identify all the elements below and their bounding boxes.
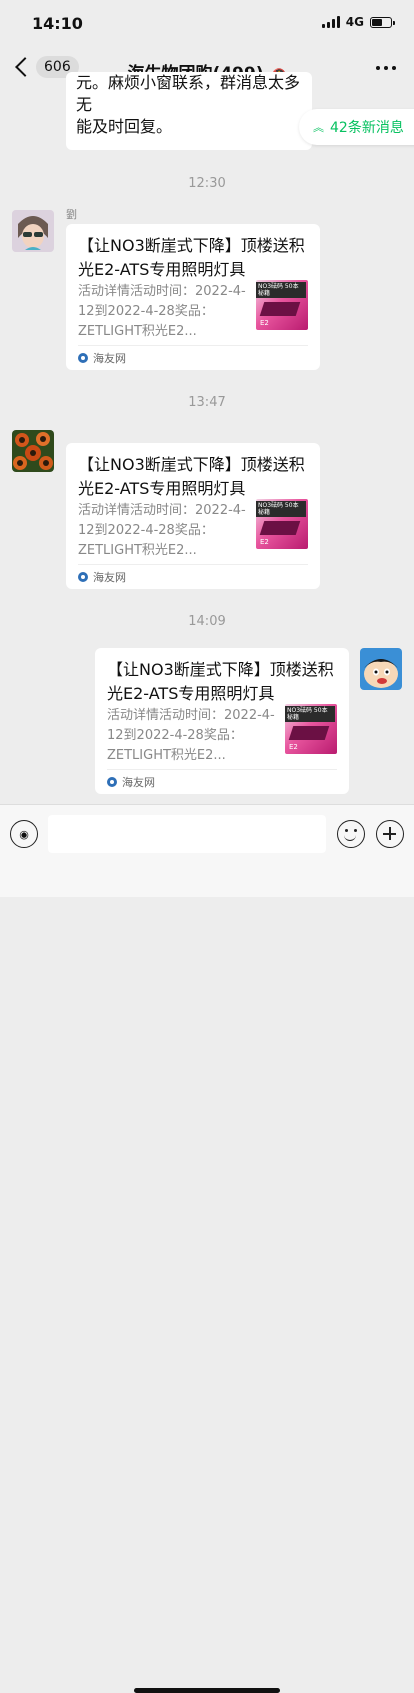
- card-source: 海友网: [78, 345, 308, 370]
- card-description: 活动详情活动时间：2022-4-12到2022-4-28奖品：ZETLIGHT积…: [78, 503, 246, 558]
- card-source: 海友网: [107, 769, 337, 794]
- input-bar: ◉: [0, 804, 414, 1693]
- message-input[interactable]: [48, 815, 326, 853]
- message-bubble[interactable]: 元。麻烦小窗联系，群消息太多无 能及时回复。: [66, 72, 312, 150]
- double-chevron-up-icon: ︽: [313, 121, 324, 134]
- link-card[interactable]: 【让NO3断崖式下降】顶楼送积光E2-ATS专用照明灯具 活动详情活动时间：20…: [95, 648, 349, 794]
- link-card[interactable]: 【让NO3断崖式下降】顶楼送积光E2-ATS专用照明灯具 活动详情活动时间：20…: [66, 224, 320, 370]
- voice-icon: ◉: [19, 827, 29, 841]
- message-text: 元。麻烦小窗联系，群消息太多无 能及时回复。: [76, 73, 301, 136]
- link-card[interactable]: 【让NO3断崖式下降】顶楼送积光E2-ATS专用照明灯具 活动详情活动时间：20…: [66, 443, 320, 589]
- sender-name: 劉: [66, 208, 77, 221]
- more-actions-button[interactable]: [376, 820, 404, 848]
- time-separator: 14:09: [188, 614, 226, 629]
- signal-icon: [321, 16, 340, 28]
- status-time: 14:10: [32, 14, 83, 33]
- more-button[interactable]: [376, 66, 396, 70]
- card-source: 海友网: [78, 564, 308, 589]
- card-thumbnail: NO3砝码 50本秘籍 E2: [285, 704, 337, 754]
- avatar[interactable]: [12, 430, 54, 472]
- new-messages-pill[interactable]: ︽ 42条新消息: [299, 109, 414, 145]
- card-title: 【让NO3断崖式下降】顶楼送积光E2-ATS专用照明灯具: [78, 455, 305, 498]
- source-logo-icon: [78, 353, 88, 363]
- new-messages-label: 42条新消息: [330, 120, 404, 136]
- network-type: 4G: [345, 15, 364, 29]
- home-indicator: [134, 1688, 280, 1693]
- card-title: 【让NO3断崖式下降】顶楼送积光E2-ATS专用照明灯具: [78, 236, 305, 279]
- avatar[interactable]: [12, 210, 54, 252]
- card-description: 活动详情活动时间：2022-4-12到2022-4-28奖品：ZETLIGHT积…: [78, 284, 246, 339]
- time-separator: 12:30: [188, 176, 226, 191]
- status-indicators: 4G: [321, 15, 395, 29]
- emoji-button[interactable]: [337, 820, 365, 848]
- card-title: 【让NO3断崖式下降】顶楼送积光E2-ATS专用照明灯具: [107, 660, 334, 703]
- battery-icon: [370, 16, 395, 28]
- card-thumbnail: NO3砝码 50本秘籍 E2: [256, 280, 308, 330]
- status-bar: 14:10 4G: [0, 0, 414, 48]
- card-description: 活动详情活动时间：2022-4-12到2022-4-28奖品：ZETLIGHT积…: [107, 708, 275, 763]
- card-thumbnail: NO3砝码 50本秘籍 E2: [256, 499, 308, 549]
- avatar[interactable]: [360, 648, 402, 690]
- source-logo-icon: [78, 572, 88, 582]
- voice-input-button[interactable]: ◉: [10, 820, 38, 848]
- time-separator: 13:47: [188, 395, 226, 410]
- source-logo-icon: [107, 777, 117, 787]
